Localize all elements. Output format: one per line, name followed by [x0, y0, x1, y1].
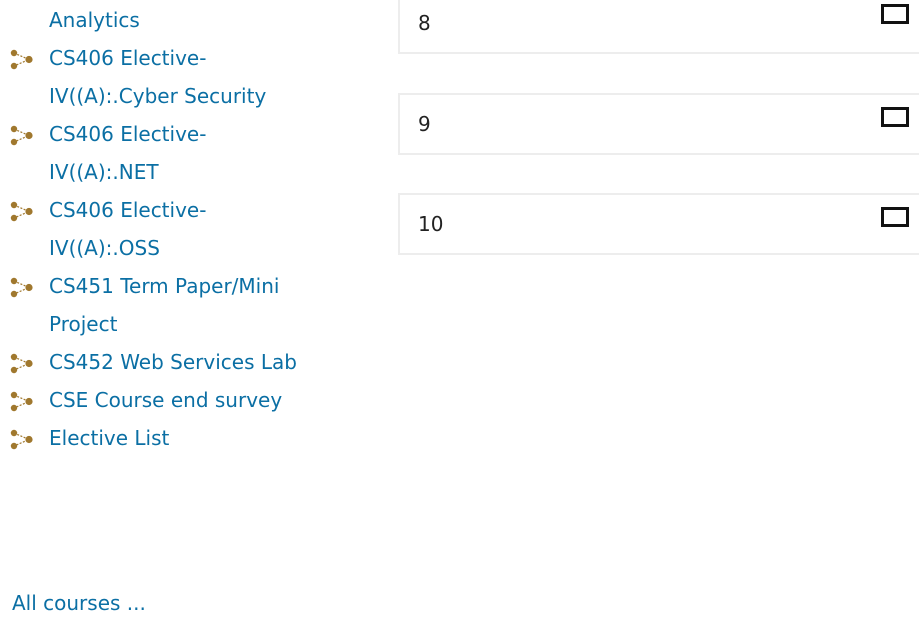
course-item-cs451[interactable]: CS451 Term Paper/Mini Project — [0, 267, 309, 343]
course-link[interactable]: CSE Course end survey — [49, 388, 282, 412]
course-item-cs406-net[interactable]: CS406 Elective-IV((A):.NET — [0, 115, 309, 191]
answer-option-8: 8 — [398, 0, 919, 54]
course-link[interactable]: CS452 Web Services Lab — [49, 350, 297, 374]
course-link[interactable]: Analytics — [49, 8, 140, 32]
course-link[interactable]: CS406 Elective-IV((A):.NET — [49, 122, 206, 184]
answer-label: 8 — [418, 11, 431, 35]
course-list: Analytics CS406 Elective-IV((A):.Cyber S… — [0, 1, 320, 457]
answer-option-10: 10 — [398, 193, 919, 255]
all-courses-link[interactable]: All courses ... — [12, 591, 146, 615]
answer-checkbox[interactable] — [881, 107, 909, 127]
course-sidebar: Analytics CS406 Elective-IV((A):.Cyber S… — [0, 0, 320, 615]
course-item-analytics[interactable]: Analytics — [0, 1, 309, 39]
course-icon — [10, 201, 34, 222]
course-icon — [10, 277, 34, 298]
course-icon — [10, 429, 34, 450]
answer-label: 9 — [418, 112, 431, 136]
course-icon — [10, 391, 34, 412]
all-courses-link-wrap: All courses ... — [12, 588, 146, 618]
course-link[interactable]: Elective List — [49, 426, 169, 450]
answer-label: 10 — [418, 212, 444, 236]
answer-option-9: 9 — [398, 93, 919, 155]
course-link[interactable]: CS406 Elective-IV((A):.Cyber Security — [49, 46, 266, 108]
course-icon — [10, 353, 34, 374]
course-link[interactable]: CS451 Term Paper/Mini Project — [49, 274, 279, 336]
course-item-cs452[interactable]: CS452 Web Services Lab — [0, 343, 309, 381]
answer-checkbox[interactable] — [881, 207, 909, 227]
course-link[interactable]: CS406 Elective-IV((A):.OSS — [49, 198, 206, 260]
course-item-cs406-cyber-security[interactable]: CS406 Elective-IV((A):.Cyber Security — [0, 39, 309, 115]
course-icon — [10, 125, 34, 146]
course-item-cs406-oss[interactable]: CS406 Elective-IV((A):.OSS — [0, 191, 309, 267]
answer-checkbox[interactable] — [881, 4, 909, 24]
course-icon — [10, 49, 34, 70]
course-item-elective-list[interactable]: Elective List — [0, 419, 309, 457]
course-item-cse-survey[interactable]: CSE Course end survey — [0, 381, 309, 419]
